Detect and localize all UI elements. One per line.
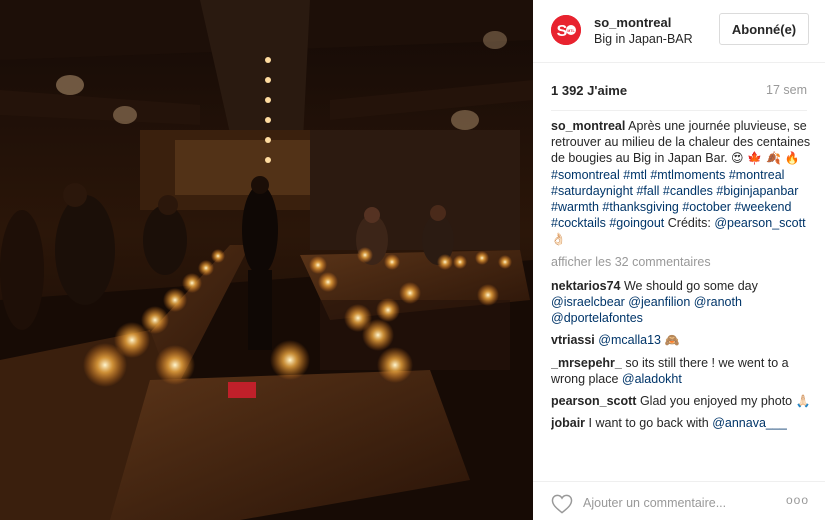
comment-item: _mrsepehr_ so its still there ! we went … bbox=[551, 355, 813, 387]
svg-text:S: S bbox=[557, 23, 568, 40]
comment-username[interactable]: vtriassi bbox=[551, 333, 595, 347]
instagram-post: S MTL so_montreal Big in Japan-BAR Abonn… bbox=[0, 0, 825, 520]
heart-icon[interactable] bbox=[551, 494, 573, 514]
comment-item: jobair I want to go back with @annava___ bbox=[551, 415, 813, 431]
caption: so_montreal Après une journée pluvieuse,… bbox=[551, 118, 813, 248]
bar-candles-image bbox=[0, 0, 533, 520]
comment-mentions[interactable]: @aladokht bbox=[622, 372, 682, 386]
header-username[interactable]: so_montreal bbox=[594, 15, 671, 30]
comment-emoji: 🙈 bbox=[664, 333, 680, 348]
comment-mentions[interactable]: @mcalla13 bbox=[598, 333, 661, 347]
comment-text: Glad you enjoyed my photo bbox=[639, 394, 793, 409]
comment-username[interactable]: _mrsepehr_ bbox=[551, 356, 622, 370]
caption-credit-label: Crédits: bbox=[667, 216, 711, 231]
comment-text: We should go some day bbox=[623, 278, 758, 293]
follow-button[interactable]: Abonné(e) bbox=[719, 13, 809, 45]
comment-footer: ooo bbox=[533, 481, 825, 520]
comment-text: I want to go back with bbox=[588, 416, 709, 431]
comment-emoji: 🙏🏻 bbox=[795, 394, 811, 409]
post-photo[interactable] bbox=[0, 0, 533, 520]
comment-mentions[interactable]: @israelcbear @jeanfilion @ranoth @dporte… bbox=[551, 295, 742, 325]
add-comment-input[interactable] bbox=[583, 493, 763, 513]
post-stats: 1 392 J'aime 17 sem bbox=[551, 83, 807, 101]
post-sidebar: S MTL so_montreal Big in Japan-BAR Abonn… bbox=[533, 0, 825, 520]
caption-username[interactable]: so_montreal bbox=[551, 119, 625, 133]
comment-username[interactable]: nektarios74 bbox=[551, 279, 620, 293]
avatar-text: MTL bbox=[567, 29, 575, 33]
comment-mentions[interactable]: @annava___ bbox=[712, 416, 787, 430]
avatar[interactable]: S MTL bbox=[551, 15, 581, 45]
like-count[interactable]: 1 392 J'aime bbox=[551, 83, 627, 98]
location-link[interactable]: Big in Japan-BAR bbox=[594, 32, 693, 46]
caption-credit-user[interactable]: @pearson_scott bbox=[714, 216, 805, 230]
post-header: S MTL so_montreal Big in Japan-BAR Abonn… bbox=[533, 0, 825, 63]
comment-item: vtriassi @mcalla13 🙈 bbox=[551, 332, 813, 348]
ellipsis-icon[interactable]: ooo bbox=[786, 493, 810, 511]
comment-username[interactable]: jobair bbox=[551, 416, 585, 430]
comments-list: so_montreal Après une journée pluvieuse,… bbox=[551, 118, 813, 480]
comment-item: nektarios74 We should go some day @israe… bbox=[551, 278, 813, 327]
caption-emojis: 😍 🍁 🍂 🔥 bbox=[731, 151, 800, 166]
comment-username[interactable]: pearson_scott bbox=[551, 394, 636, 408]
so-montreal-logo-icon: S MTL bbox=[551, 15, 581, 45]
divider bbox=[551, 110, 807, 111]
caption-credit-emoji: 👌🏻 bbox=[551, 232, 566, 247]
post-age[interactable]: 17 sem bbox=[766, 83, 807, 97]
view-all-comments-link[interactable]: afficher les 32 commentaires bbox=[551, 254, 813, 270]
comment-item: pearson_scott Glad you enjoyed my photo … bbox=[551, 393, 813, 409]
